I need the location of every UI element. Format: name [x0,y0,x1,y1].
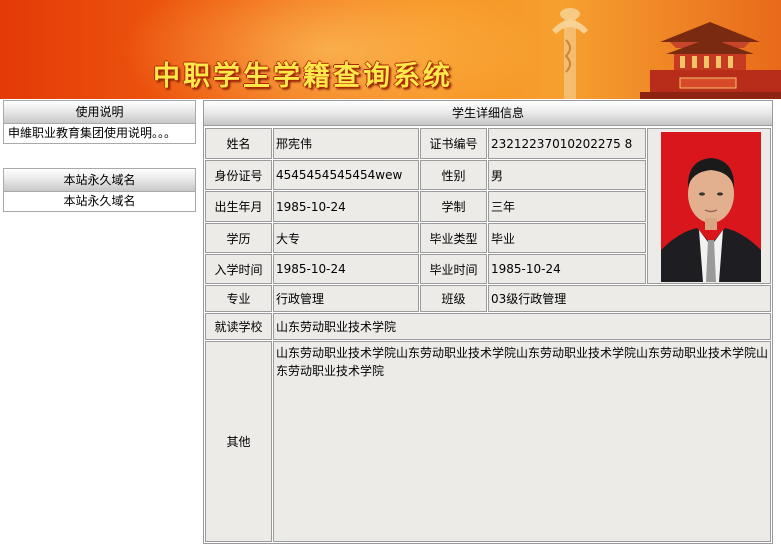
student-detail-header: 学生详细信息 [204,101,772,126]
label-grad-type: 毕业类型 [420,223,487,253]
system-title: 中职学生学籍查询系统 [153,61,453,92]
label-major: 专业 [205,285,272,312]
value-other: 山东劳动职业技术学院山东劳动职业技术学院山东劳动职业技术学院山东劳动职业技术学院… [273,341,771,542]
value-school: 山东劳动职业技术学院 [273,313,771,340]
label-duration: 学制 [420,191,487,222]
label-class: 班级 [420,285,487,312]
tiananmen-gate-icon [640,22,781,99]
value-duration: 三年 [488,191,646,222]
value-enroll-time: 1985-10-24 [273,254,419,284]
student-photo-cell [647,128,771,284]
label-birth: 出生年月 [205,191,272,222]
value-gender: 男 [488,160,646,190]
header-banner: 中职学生学籍查询系统 [0,0,781,99]
label-enroll-time: 入学时间 [205,254,272,284]
label-name: 姓名 [205,128,272,159]
domain-link[interactable]: 本站永久域名 [4,192,195,211]
label-education: 学历 [205,223,272,253]
value-education: 大专 [273,223,419,253]
value-major: 行政管理 [273,285,419,312]
value-grad-type: 毕业 [488,223,646,253]
label-cert-no: 证书编号 [420,128,487,159]
label-id-no: 身份证号 [205,160,272,190]
usage-panel: 使用说明 申維职业教育集团使用说明。。。 [3,100,196,144]
student-detail-panel: 学生详细信息 姓名 邢宪伟 证书编号 23212237010202275 8 身… [203,100,773,544]
value-name: 邢宪伟 [273,128,419,159]
label-gender: 性别 [420,160,487,190]
value-id-no: 4545454545454wew [273,160,419,190]
value-cert-no: 23212237010202275 8 [488,128,646,159]
label-school: 就读学校 [205,313,272,340]
usage-link[interactable]: 申維职业教育集团使用说明。。。 [4,124,195,143]
value-birth: 1985-10-24 [273,191,419,222]
usage-panel-header: 使用说明 [4,101,195,124]
value-class: 03级行政管理 [488,285,771,312]
student-photo [661,132,761,282]
value-grad-time: 1985-10-24 [488,254,646,284]
domain-panel-header: 本站永久域名 [4,169,195,192]
label-other: 其他 [205,341,272,542]
label-grad-time: 毕业时间 [420,254,487,284]
domain-panel: 本站永久域名 本站永久域名 [3,168,196,212]
huabiao-pillar-icon [552,8,588,99]
